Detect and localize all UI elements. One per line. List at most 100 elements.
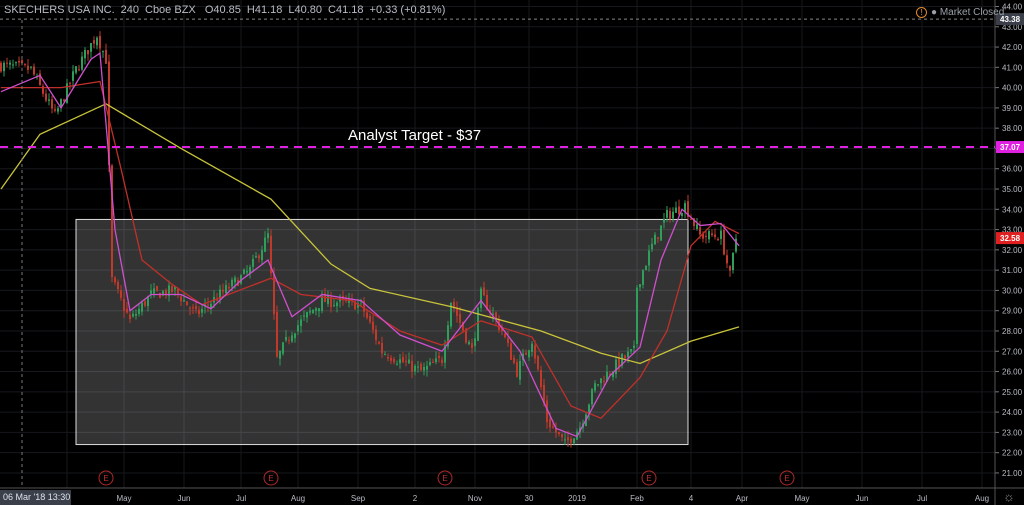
candle-body	[639, 284, 641, 288]
candle-body	[564, 439, 566, 441]
analyst-target-label[interactable]: Analyst Target - $37	[348, 127, 481, 144]
candle-body	[657, 237, 659, 239]
y-tick-label: 24.00	[1002, 408, 1023, 417]
y-tick-label: 29.00	[1002, 307, 1023, 316]
candle-body	[234, 277, 236, 283]
candle-body	[384, 354, 386, 356]
interval[interactable]: 240	[121, 4, 139, 16]
candle-body	[669, 210, 671, 219]
candle-body	[258, 255, 260, 259]
x-tick-label: Jun	[856, 494, 869, 503]
x-tick-label: May	[794, 494, 809, 503]
x-tick-label: Feb	[630, 494, 644, 503]
candle-body	[171, 285, 173, 293]
high-value: H41.18	[246, 4, 283, 16]
candle-body	[3, 62, 5, 72]
candle-body	[681, 212, 683, 216]
candle-body	[387, 356, 389, 359]
candle-body	[177, 288, 179, 294]
candle-body	[414, 365, 416, 372]
candle-body	[537, 356, 539, 370]
candle-body	[48, 99, 50, 101]
candle-body	[201, 308, 203, 313]
y-tick-label: 36.00	[1002, 165, 1023, 174]
candle-body	[192, 307, 194, 309]
x-tick-label: Jul	[917, 494, 927, 503]
settings-gear-icon[interactable]: ☼	[1003, 489, 1015, 504]
candle-body	[81, 56, 83, 70]
candle-body	[6, 62, 8, 64]
candle-body	[105, 49, 107, 64]
candle-body	[144, 301, 146, 306]
candle-body	[333, 304, 335, 306]
candle-body	[180, 296, 182, 302]
y-tick-label: 30.00	[1002, 286, 1023, 295]
y-tick-label: 40.00	[1002, 84, 1023, 93]
candle-body	[567, 437, 569, 441]
candle-body	[558, 431, 560, 435]
candle-body	[306, 312, 308, 318]
candle-body	[651, 243, 653, 250]
candle-body	[120, 290, 122, 298]
crosshair-date-label: 06 Mar '18 13:30	[0, 490, 71, 505]
candle-body	[510, 343, 512, 360]
candle-body	[645, 265, 647, 271]
candle-body	[399, 359, 401, 364]
candle-body	[0, 62, 2, 72]
candle-body	[279, 351, 281, 359]
candle-body	[57, 108, 59, 112]
close-value: C41.18	[328, 4, 364, 16]
candle-body	[102, 51, 104, 53]
candle-body	[186, 301, 188, 306]
candle-body	[516, 362, 518, 377]
candle-body	[300, 319, 302, 326]
candle-body	[660, 225, 662, 241]
candle-body	[663, 219, 665, 223]
x-tick-label: Aug	[975, 494, 989, 503]
candle-body	[87, 50, 89, 55]
candle-body	[309, 310, 311, 313]
candle-body	[720, 230, 722, 239]
y-tick-label: 35.00	[1002, 185, 1023, 194]
candle-body	[126, 308, 128, 313]
candle-body	[534, 345, 536, 359]
candle-body	[141, 302, 143, 312]
y-tick-label: 32.00	[1002, 246, 1023, 255]
candle-body	[327, 295, 329, 304]
candle-body	[297, 325, 299, 332]
candle-body	[303, 315, 305, 317]
candle-body	[717, 238, 719, 241]
candle-body	[336, 302, 338, 307]
y-tick-label: 25.00	[1002, 388, 1023, 397]
candle-body	[267, 233, 269, 239]
y-tick-label: 38.00	[1002, 124, 1023, 133]
candle-body	[282, 342, 284, 354]
candle-body	[513, 357, 515, 363]
x-tick-label: Jul	[236, 494, 246, 503]
x-tick-label: Apr	[736, 494, 749, 503]
candle-body	[291, 335, 293, 342]
market-status-text: Market Closed	[939, 7, 1005, 18]
candle-body	[426, 365, 428, 370]
candle-body	[288, 339, 290, 341]
warning-icon[interactable]: !	[916, 7, 927, 18]
candle-body	[429, 362, 431, 365]
candle-body	[405, 360, 407, 363]
candle-body	[441, 359, 443, 364]
candle-body	[519, 361, 521, 380]
earnings-marker-label: E	[442, 474, 447, 483]
exchange[interactable]: Cboe BZX	[145, 4, 196, 16]
candle-body	[372, 321, 374, 330]
y-tick-label: 34.00	[1002, 205, 1023, 214]
candle-body	[390, 357, 392, 361]
candle-body	[138, 308, 140, 314]
target-price-label: 37.07	[1000, 143, 1021, 152]
candle-body	[153, 288, 155, 294]
candle-body	[714, 234, 716, 237]
price-chart[interactable]: 21.00 22.00 23.00 24.00 25.00 26.00 27.00 28.00…	[0, 0, 1024, 505]
candle-body	[84, 49, 86, 59]
candle-body	[24, 64, 26, 66]
y-tick-label: 26.00	[1002, 368, 1023, 377]
candle-body	[435, 358, 437, 363]
symbol-name[interactable]: SKECHERS USA INC.	[4, 4, 115, 16]
